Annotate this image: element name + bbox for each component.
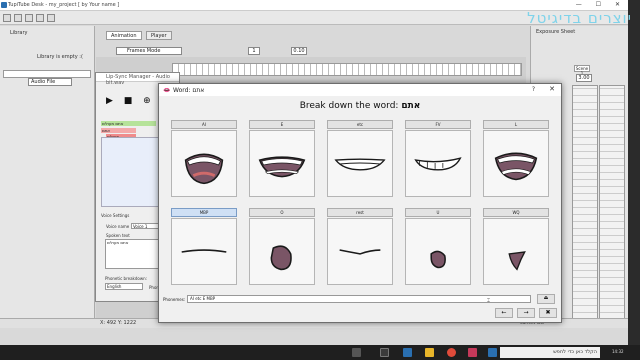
library-type-select[interactable]: Audio File	[28, 78, 72, 86]
save-file-icon[interactable]	[25, 14, 33, 22]
voice-settings-label: Voice Settings	[101, 213, 130, 218]
cursor-coordinates: X: 492 Y: 1222	[100, 320, 137, 326]
frame-field[interactable]: 1	[248, 47, 260, 55]
phoneme-button-l[interactable]: L	[483, 120, 549, 129]
lipsync-track[interactable]: אתם מעולים	[101, 121, 156, 126]
settings-icon[interactable]	[47, 14, 55, 22]
exposure-grid-column[interactable]	[572, 85, 598, 320]
phoneme-button-e[interactable]: E	[249, 120, 315, 129]
watermark: יוצרים בדיגיטל	[527, 9, 632, 27]
spoken-text-field[interactable]: אתם מעולים	[105, 239, 160, 269]
exposure-fps-field[interactable]: 3.00	[576, 74, 592, 82]
phoneme-button-etc[interactable]: etc	[327, 120, 393, 129]
phoneme-button-u[interactable]: U	[405, 208, 471, 217]
heading-word: אתם	[401, 101, 421, 111]
lipsync-track[interactable]: אתם	[101, 128, 136, 133]
spoken-text-label: Spoken text	[106, 233, 130, 238]
mouth-preview-mbp[interactable]	[171, 218, 237, 285]
mouth-preview-wq[interactable]	[483, 218, 549, 285]
library-empty-text: Library is empty :(	[37, 54, 83, 60]
language-select[interactable]: English	[105, 283, 143, 290]
library-list[interactable]	[3, 70, 91, 78]
voice-name-label: Voice name	[106, 224, 130, 229]
fps-field[interactable]: 0.10	[291, 47, 307, 55]
heading-prefix: Break down the word:	[299, 101, 399, 111]
file-explorer-icon[interactable]	[403, 348, 412, 357]
mouth-preview-rest[interactable]	[327, 218, 393, 285]
open-file-icon[interactable]	[14, 14, 22, 22]
library-header: Library	[10, 30, 28, 36]
window-controls[interactable]: — ☐ ✕	[576, 1, 626, 8]
center-tabs: Animation Player	[106, 31, 188, 40]
clock: 14:32	[612, 349, 624, 354]
mouth-icon: 👄	[163, 87, 171, 94]
tupitube-taskbar-icon[interactable]	[488, 348, 497, 357]
new-file-icon[interactable]	[3, 14, 11, 22]
lipsync-title: Lip-Sync Manager - Audio bit.wav	[96, 73, 179, 86]
dialog-titlebar: 👄 Word: אתם ? ✕	[159, 84, 561, 96]
phonemes-label: Phonemes:	[163, 297, 186, 302]
task-view-icon[interactable]	[352, 348, 361, 357]
folder-icon[interactable]	[425, 348, 434, 357]
media-icon[interactable]	[380, 348, 389, 357]
windows-taskbar: הקלד כאן כדי לחפש 14:32	[0, 345, 640, 360]
mouth-preview-o[interactable]	[249, 218, 315, 285]
tab-player[interactable]: Player	[146, 31, 172, 40]
phonetic-breakdown-label: Phonetic breakdown:	[105, 276, 148, 281]
phoneme-button-o[interactable]: O	[249, 208, 315, 217]
phoneme-button-wq[interactable]: WQ	[483, 208, 549, 217]
chrome-icon[interactable]	[447, 348, 456, 357]
mouth-preview-u[interactable]	[405, 218, 471, 285]
tools-icon[interactable]	[36, 14, 44, 22]
dialog-heading: Break down the word: אתם	[159, 101, 561, 111]
tab-animation[interactable]: Animation	[106, 31, 142, 40]
timeline-frames[interactable]	[172, 63, 522, 76]
exposure-title: Exposure Sheet	[536, 29, 576, 35]
app-logo-icon	[1, 2, 7, 8]
frames-mode-select[interactable]: Frames Mode	[116, 47, 182, 55]
mouth-preview-etc[interactable]	[327, 130, 393, 197]
cancel-button[interactable]: ✖	[539, 308, 557, 318]
phoneme-button-ai[interactable]: AI	[171, 120, 237, 129]
previous-button[interactable]: ←	[495, 308, 513, 318]
app-icon[interactable]	[468, 348, 477, 357]
close-button[interactable]: ✕	[549, 85, 555, 93]
app-title: TupiTube Desk - my_project [ by Your nam…	[8, 2, 120, 8]
clear-phonemes-button[interactable]: ⏏	[537, 294, 555, 304]
help-button[interactable]: ?	[532, 86, 535, 93]
phoneme-button-fv[interactable]: FV	[405, 120, 471, 129]
phonemes-input[interactable]: AI etc E MBP	[187, 295, 531, 303]
mouth-preview-ai[interactable]	[171, 130, 237, 197]
taskbar-search[interactable]: הקלד כאן כדי לחפש	[500, 347, 600, 358]
next-button[interactable]: →	[517, 308, 535, 318]
text-cursor-icon: ⌶	[487, 298, 491, 304]
voice-name-field[interactable]: Voice 1	[131, 223, 161, 229]
dialog-title: Word: אתם	[173, 87, 205, 94]
phoneme-button-mbp[interactable]: MBP	[171, 208, 237, 217]
scene-tab[interactable]: Scene 1	[574, 65, 590, 76]
exposure-grid-column[interactable]	[599, 85, 625, 320]
mouth-preview-fv[interactable]	[405, 130, 471, 197]
phoneme-button-rest[interactable]: rest	[327, 208, 393, 217]
word-breakdown-dialog: 👄 Word: אתם ? ✕ Break down the word: אתם…	[158, 83, 562, 323]
mouth-preview-l[interactable]	[483, 130, 549, 197]
mouth-preview-e[interactable]	[249, 130, 315, 197]
